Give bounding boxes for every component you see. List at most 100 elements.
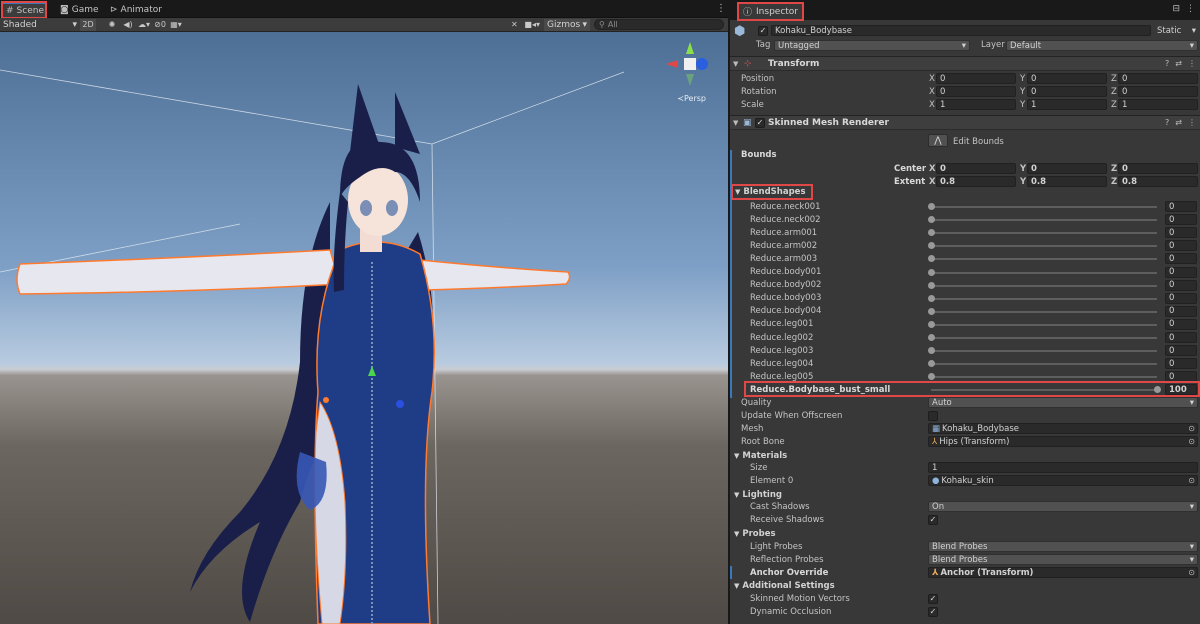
smr-component-header[interactable]: ▼ ▣ ✓ Skinned Mesh Renderer ? ⇄ ⋮ [730,115,1200,130]
dynamic-occlusion-checkbox[interactable]: ✓ [928,607,938,617]
blendshape-value-field[interactable]: 0 [1165,371,1197,383]
blendshape-value-field[interactable]: 0 [1165,214,1197,226]
object-picker-icon[interactable]: ⊙ [1188,476,1195,485]
visibility-toggle[interactable]: ⊘ 0 [152,19,168,31]
blendshape-value-field[interactable]: 0 [1165,227,1197,239]
rotation-z-field[interactable]: 0 [1118,86,1198,97]
scale-z-field[interactable]: 1 [1118,99,1198,110]
update-offscreen-checkbox[interactable] [928,411,938,421]
blendshape-value-field[interactable]: 0 [1165,279,1197,291]
effects-toggle[interactable]: ☁▾ [136,19,152,31]
tab-inspector[interactable]: ⓘ Inspector [737,2,804,21]
object-name-field[interactable]: Kohaku_Bodybase [771,25,1151,36]
blendshape-slider-track[interactable] [931,206,1157,208]
blendshape-slider-knob[interactable] [928,242,935,250]
blendshape-slider-knob[interactable] [928,334,935,341]
scene-menu-icon[interactable]: ⋮ [716,3,726,14]
component-menu-icon[interactable]: ⋮ [1188,118,1196,127]
element0-field[interactable]: ● Kohaku_skin [928,475,1198,486]
blendshape-value-field[interactable]: 0 [1165,266,1197,278]
scale-y-field[interactable]: 1 [1027,99,1107,110]
position-y-field[interactable]: 0 [1027,73,1107,84]
position-x-field[interactable]: 0 [936,73,1016,84]
blendshape-value-field[interactable]: 100 [1165,384,1197,396]
cast-shadows-dropdown[interactable]: On ▾ [928,501,1198,512]
blendshape-value-field[interactable]: 0 [1165,345,1197,357]
blendshape-slider-track[interactable] [931,337,1157,339]
blendshape-value-field[interactable]: 0 [1165,240,1197,252]
blendshape-slider-track[interactable] [931,297,1157,300]
preset-icon[interactable]: ⇄ [1175,118,1182,127]
reflection-probes-dropdown[interactable]: Blend Probes ▾ [928,554,1198,565]
object-picker-icon[interactable]: ⊙ [1188,437,1195,446]
blendshape-slider-track[interactable] [931,258,1157,261]
blendshape-value-field[interactable]: 0 [1165,358,1197,370]
rootbone-field[interactable]: ⅄ Hips (Transform) [928,436,1198,447]
blendshape-slider-track[interactable] [931,363,1157,366]
blendshape-slider-knob[interactable] [928,216,935,224]
materials-size-field[interactable]: 1 [928,462,1198,473]
blendshape-slider-track[interactable] [931,376,1157,379]
rotation-y-field[interactable]: 0 [1027,86,1107,97]
blendshape-slider-knob[interactable] [928,268,935,276]
preset-icon[interactable]: ⇄ [1175,59,1182,68]
blendshape-value-field[interactable]: 0 [1165,201,1197,212]
receive-shadows-checkbox[interactable]: ✓ [928,515,938,525]
transform-component-header[interactable]: ▼ ⊹ Transform ? ⇄ ⋮ [730,56,1200,71]
smr-enabled-checkbox[interactable]: ✓ [755,118,765,128]
blendshape-slider-track[interactable] [931,271,1157,274]
blendshape-value-field[interactable]: 0 [1165,253,1197,265]
blendshape-value-field[interactable]: 0 [1165,305,1197,317]
extent-y-field[interactable]: 0.8 [1027,176,1107,187]
blendshape-slider-track[interactable] [931,284,1157,287]
component-menu-icon[interactable]: ⋮ [1188,59,1196,68]
camera-button[interactable]: ■◂▾ [522,19,542,31]
light-probes-dropdown[interactable]: Blend Probes ▾ [928,541,1198,552]
scale-x-field[interactable]: 1 [936,99,1016,110]
motion-vectors-checkbox[interactable]: ✓ [928,594,938,604]
blendshape-value-field[interactable]: 0 [1165,332,1197,343]
mesh-field[interactable]: ▦ Kohaku_Bodybase [928,423,1198,434]
probes-header[interactable]: ▼ Probes [730,527,1200,540]
blendshapes-foldout[interactable]: ▼ BlendShapes [731,184,813,200]
tab-game[interactable]: ◙ Game [56,2,99,18]
blendshape-slider-track[interactable] [931,350,1157,353]
tag-dropdown[interactable]: Untagged ▾ [774,40,970,51]
blendshape-slider-track[interactable] [931,323,1157,326]
blendshape-slider-knob[interactable] [928,255,935,263]
center-x-field[interactable]: 0 [936,163,1016,174]
extent-z-field[interactable]: 0.8 [1118,176,1198,187]
blendshape-slider-knob[interactable] [928,320,935,328]
object-active-checkbox[interactable]: ✓ [758,26,768,36]
blendshape-slider-knob[interactable] [928,229,935,237]
static-dropdown[interactable]: Static ▾ [1154,25,1199,36]
object-picker-icon[interactable]: ⊙ [1188,568,1195,577]
blendshape-slider-knob[interactable] [928,203,935,210]
tab-scene[interactable]: # Scene [1,1,47,19]
blendshape-slider-track[interactable] [931,232,1157,235]
blendshape-slider-track[interactable] [931,310,1157,313]
layer-dropdown[interactable]: Default ▾ [1006,40,1198,51]
tab-animator[interactable]: ⊳ Animator [106,2,162,18]
blendshape-slider-track[interactable] [931,389,1157,392]
blendshape-slider-knob[interactable] [928,307,935,315]
blendshape-slider-knob[interactable] [928,294,935,302]
help-icon[interactable]: ? [1165,59,1169,68]
lighting-toggle[interactable]: ✺ [104,19,120,31]
scene-viewport[interactable]: ≺Persp [0,32,728,624]
blendshape-slider-track[interactable] [931,245,1157,248]
camera-projection-label[interactable]: ≺Persp [677,94,706,103]
quality-dropdown[interactable]: Auto ▾ [928,397,1198,408]
anchor-override-field[interactable]: ⅄ Anchor (Transform) [928,567,1198,578]
gizmos-dropdown[interactable]: Gizmos ▾ [544,18,590,31]
center-y-field[interactable]: 0 [1027,163,1107,174]
scene-search-input[interactable]: ⚲ All [594,19,724,30]
edit-bounds-button[interactable]: ⋀ [928,134,948,147]
additional-settings-header[interactable]: ▼ Additional Settings [730,579,1200,592]
lock-icon[interactable]: ⊟ [1172,4,1180,14]
blendshape-slider-knob[interactable] [928,373,935,381]
center-z-field[interactable]: 0 [1118,163,1198,174]
rotation-x-field[interactable]: 0 [936,86,1016,97]
position-z-field[interactable]: 0 [1118,73,1198,84]
blendshape-slider-knob[interactable] [928,347,935,355]
